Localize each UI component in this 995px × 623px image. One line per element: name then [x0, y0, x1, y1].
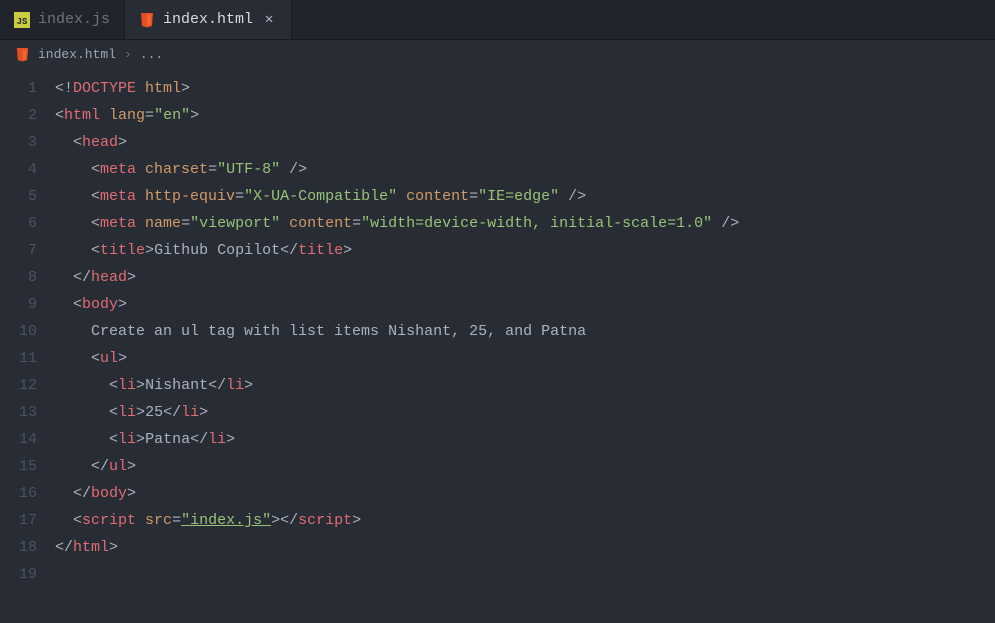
- code-line[interactable]: <title>Github Copilot</title>: [55, 237, 995, 264]
- code-editor[interactable]: 12345678910111213141516171819 <!DOCTYPE …: [0, 69, 995, 588]
- svg-text:JS: JS: [17, 17, 28, 27]
- line-number: 15: [0, 453, 37, 480]
- tab-index-js[interactable]: JS index.js: [0, 0, 125, 39]
- code-line[interactable]: <body>: [55, 291, 995, 318]
- breadcrumb-file: index.html: [38, 47, 116, 62]
- line-number: 3: [0, 129, 37, 156]
- code-line[interactable]: <html lang="en">: [55, 102, 995, 129]
- line-number: 16: [0, 480, 37, 507]
- code-line[interactable]: </body>: [55, 480, 995, 507]
- html-file-icon: [14, 46, 30, 62]
- line-number: 9: [0, 291, 37, 318]
- line-number: 5: [0, 183, 37, 210]
- code-line[interactable]: </html>: [55, 534, 995, 561]
- code-line[interactable]: <head>: [55, 129, 995, 156]
- code-line[interactable]: <meta name="viewport" content="width=dev…: [55, 210, 995, 237]
- line-number: 4: [0, 156, 37, 183]
- tab-label: index.js: [38, 11, 110, 28]
- line-number: 12: [0, 372, 37, 399]
- code-line[interactable]: <meta http-equiv="X-UA-Compatible" conte…: [55, 183, 995, 210]
- code-line[interactable]: <meta charset="UTF-8" />: [55, 156, 995, 183]
- code-line[interactable]: </head>: [55, 264, 995, 291]
- close-icon[interactable]: ✕: [261, 12, 277, 28]
- tab-label: index.html: [163, 11, 253, 28]
- breadcrumb-separator: ›: [124, 47, 132, 62]
- js-file-icon: JS: [14, 12, 30, 28]
- line-number: 19: [0, 561, 37, 588]
- line-number: 1: [0, 75, 37, 102]
- line-number: 6: [0, 210, 37, 237]
- line-number: 18: [0, 534, 37, 561]
- code-line[interactable]: <li>25</li>: [55, 399, 995, 426]
- code-content[interactable]: <!DOCTYPE html><html lang="en"> <head> <…: [55, 75, 995, 588]
- line-number: 11: [0, 345, 37, 372]
- code-line[interactable]: <!DOCTYPE html>: [55, 75, 995, 102]
- line-number-gutter: 12345678910111213141516171819: [0, 75, 55, 588]
- line-number: 7: [0, 237, 37, 264]
- tab-index-html[interactable]: index.html ✕: [125, 0, 292, 39]
- html-file-icon: [139, 12, 155, 28]
- code-line[interactable]: </ul>: [55, 453, 995, 480]
- code-line[interactable]: <script src="index.js"></script>: [55, 507, 995, 534]
- line-number: 10: [0, 318, 37, 345]
- breadcrumb[interactable]: index.html › ...: [0, 40, 995, 69]
- line-number: 14: [0, 426, 37, 453]
- code-line[interactable]: Create an ul tag with list items Nishant…: [55, 318, 995, 345]
- line-number: 17: [0, 507, 37, 534]
- code-line[interactable]: <li>Nishant</li>: [55, 372, 995, 399]
- code-line[interactable]: <ul>: [55, 345, 995, 372]
- line-number: 8: [0, 264, 37, 291]
- breadcrumb-trail: ...: [140, 47, 163, 62]
- line-number: 13: [0, 399, 37, 426]
- code-line[interactable]: <li>Patna</li>: [55, 426, 995, 453]
- line-number: 2: [0, 102, 37, 129]
- code-line[interactable]: [55, 561, 995, 588]
- tab-bar: JS index.js index.html ✕: [0, 0, 995, 40]
